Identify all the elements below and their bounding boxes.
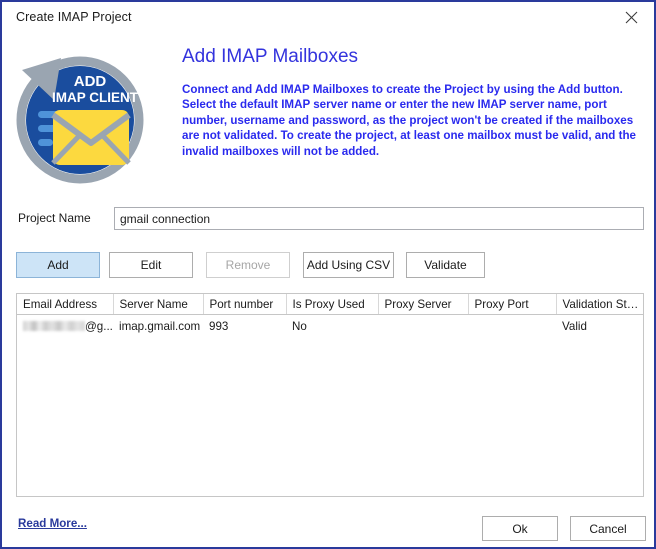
mailbox-table: Email Address Server Name Port number Is… (17, 294, 643, 337)
read-more-link[interactable]: Read More... (18, 517, 87, 530)
project-name-input[interactable] (114, 207, 644, 230)
edit-button[interactable]: Edit (109, 252, 193, 278)
svg-text:ADD: ADD (74, 73, 107, 90)
column-header-port-number[interactable]: Port number (203, 294, 287, 315)
close-button[interactable] (609, 2, 654, 32)
mailbox-grid[interactable]: Email Address Server Name Port number Is… (16, 293, 644, 497)
email-suffix: @g... (85, 319, 113, 333)
window-title: Create IMAP Project (16, 10, 132, 24)
svg-text:IMAP CLIENT: IMAP CLIENT (52, 90, 139, 105)
cell-port-number: 993 (203, 314, 286, 337)
remove-button: Remove (206, 252, 290, 278)
titlebar: Create IMAP Project (2, 2, 654, 32)
ok-button[interactable]: Ok (482, 516, 558, 541)
page-description: Connect and Add IMAP Mailboxes to create… (182, 83, 636, 158)
column-header-validation-status[interactable]: Validation Stat... (556, 294, 643, 315)
cell-proxy-server (378, 314, 468, 337)
column-header-email-address[interactable]: Email Address (17, 294, 114, 315)
table-header-row: Email Address Server Name Port number Is… (17, 294, 643, 315)
column-header-is-proxy-used[interactable]: Is Proxy Used (286, 294, 379, 315)
cancel-button[interactable]: Cancel (570, 516, 646, 541)
redacted-email-icon (23, 320, 85, 331)
cell-proxy-port (468, 314, 556, 337)
header-banner: ADD IMAP CLIENT Add IMAP Mailboxes Conne… (2, 32, 654, 200)
column-header-proxy-port[interactable]: Proxy Port (468, 294, 557, 315)
cell-is-proxy-used: No (286, 314, 378, 337)
create-imap-project-dialog: Create IMAP Project ADD IMAP CLIENT Add … (0, 0, 656, 549)
cell-validation-status: Valid (556, 314, 643, 337)
table-row[interactable]: @g... imap.gmail.com 993 No Valid (17, 314, 643, 337)
close-icon (625, 11, 638, 24)
add-using-csv-button[interactable]: Add Using CSV (303, 252, 394, 278)
column-header-proxy-server[interactable]: Proxy Server (378, 294, 469, 315)
project-name-label: Project Name (18, 211, 91, 225)
cell-email-address: @g... (17, 314, 113, 337)
add-button[interactable]: Add (16, 252, 100, 278)
cell-server-name: imap.gmail.com (113, 314, 203, 337)
add-imap-client-logo: ADD IMAP CLIENT (12, 44, 162, 189)
validate-button[interactable]: Validate (406, 252, 485, 278)
page-title: Add IMAP Mailboxes (182, 46, 359, 67)
column-header-server-name[interactable]: Server Name (113, 294, 204, 315)
